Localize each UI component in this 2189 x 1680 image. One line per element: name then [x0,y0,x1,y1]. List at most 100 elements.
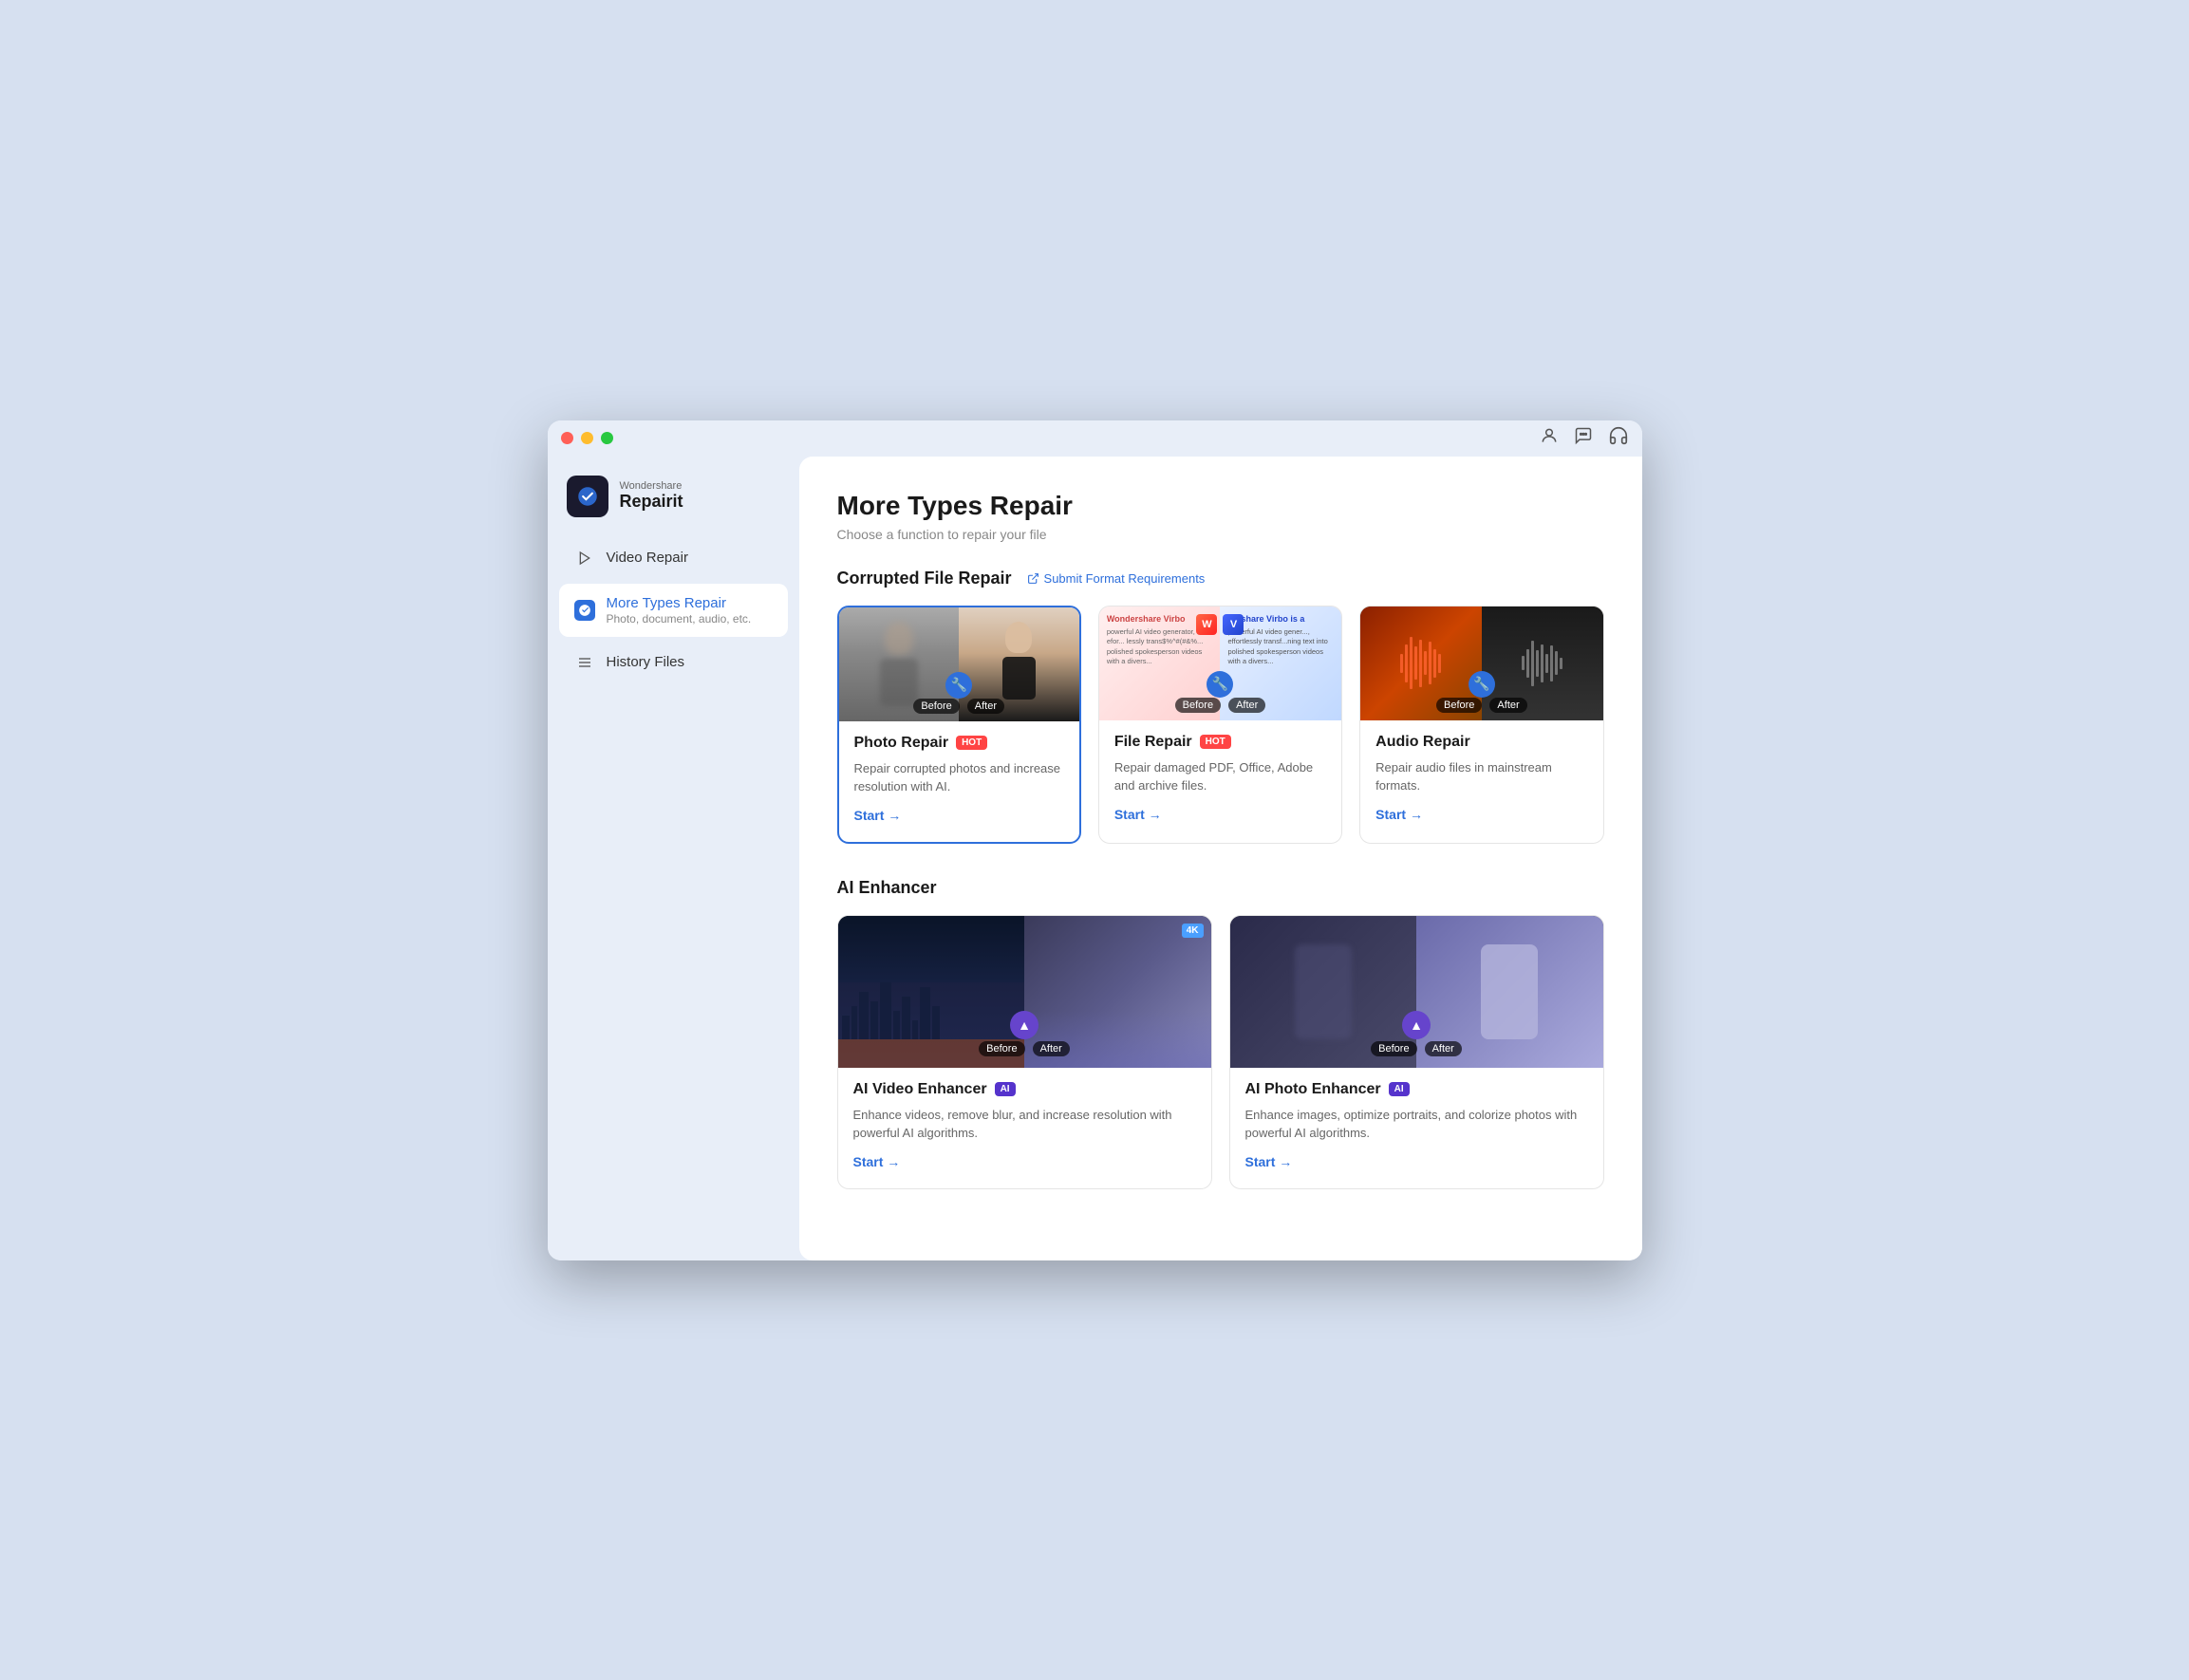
audio-repair-card[interactable]: 🔧 Before After Audio Repair Repair audio… [1359,606,1603,844]
page-title: More Types Repair [837,491,1604,521]
chat-icon[interactable] [1574,426,1593,450]
file-repair-card[interactable]: Wondershare Virbo powerful AI video gene… [1098,606,1342,844]
video-after-label: After [1033,1041,1070,1056]
photo-repair-start[interactable]: Start → [854,808,1064,823]
photo-after-label: After [967,699,1004,714]
audio-repair-body: Audio Repair Repair audio files in mains… [1360,720,1602,822]
history-label: History Files [607,654,685,670]
logo-icon [567,476,608,517]
app-logo: Wondershare Repairit [548,466,799,536]
history-icon [574,652,595,673]
ai-photo-start[interactable]: Start → [1245,1154,1588,1169]
audio-before-label: Before [1436,698,1482,713]
corrupted-cards-grid: 🔧 Before After Photo Repair HOT Rep [837,606,1604,844]
file-ba-labels: Before After [1099,698,1341,713]
audio-after-label: After [1489,698,1526,713]
video-before-label: Before [979,1041,1024,1056]
ai-video-desc: Enhance videos, remove blur, and increas… [853,1106,1196,1143]
audio-repair-start[interactable]: Start → [1375,807,1587,822]
submit-format-label: Submit Format Requirements [1044,571,1206,586]
ai-section-header: AI Enhancer [837,878,1604,898]
sidebar-item-history[interactable]: History Files [559,641,788,684]
more-types-icon [574,600,595,621]
audio-repair-desc: Repair audio files in mainstream formats… [1375,758,1587,795]
window-controls [561,432,613,444]
photo-ba-labels: Before After [839,699,1079,714]
ai-enhancer-section: AI Enhancer [837,878,1604,1189]
pe-ba-labels: Before After [1230,1041,1603,1056]
photo-enhancer-badge-icon: ▲ [1402,1011,1431,1039]
ai-video-image: 4K ▲ Before After [838,916,1211,1068]
ai-video-body: AI Video Enhancer AI Enhance videos, rem… [838,1068,1211,1169]
headset-icon[interactable] [1608,425,1629,451]
account-icon[interactable] [1540,426,1559,450]
audio-repair-image: 🔧 Before After [1360,607,1602,720]
corrupted-section-title: Corrupted File Repair [837,569,1012,588]
file-repair-body: File Repair HOT Repair damaged PDF, Offi… [1099,720,1341,822]
video-repair-label: Video Repair [607,550,688,566]
city-skyline [838,982,1025,1039]
submit-format-link[interactable]: Submit Format Requirements [1027,571,1206,586]
ai-photo-title-row: AI Photo Enhancer AI [1245,1081,1588,1098]
pe-before-label: Before [1371,1041,1416,1056]
external-link-icon [1027,572,1039,585]
brand-name: Wondershare [620,480,683,492]
ai-video-badge: AI [995,1082,1016,1096]
titlebar [548,420,1642,457]
file-logos: W V [1196,614,1244,635]
file-repair-hot-badge: HOT [1200,735,1231,749]
app-window: Wondershare Repairit Video Repair [548,420,1642,1260]
sidebar-nav: Video Repair More Types Repair Photo, do… [548,536,799,684]
ai-video-title: AI Video Enhancer [853,1081,987,1098]
photo-repair-body: Photo Repair HOT Repair corrupted photos… [839,721,1079,823]
audio-repair-badge-icon: 🔧 [1469,671,1495,698]
photo-repair-hot-badge: HOT [956,736,987,750]
sidebar-item-video-repair[interactable]: Video Repair [559,536,788,580]
file-after-label: After [1228,698,1265,713]
waveform-left [1400,635,1441,692]
minimize-button[interactable] [581,432,593,444]
ai-section-title: AI Enhancer [837,878,937,898]
video-ba-labels: Before After [838,1041,1211,1056]
audio-ba-labels: Before After [1360,698,1602,713]
ai-photo-badge: AI [1389,1082,1410,1096]
ai-video-start[interactable]: Start → [853,1154,1196,1169]
more-types-label: More Types Repair [607,595,752,611]
photo-repair-title-row: Photo Repair HOT [854,735,1064,752]
more-types-content: More Types Repair Photo, document, audio… [607,595,752,625]
sidebar: Wondershare Repairit Video Repair [548,457,799,1260]
ai-video-title-row: AI Video Enhancer AI [853,1081,1196,1098]
file-repair-title-row: File Repair HOT [1114,734,1326,751]
product-name: Repairit [620,492,683,512]
file-repair-image: Wondershare Virbo powerful AI video gene… [1099,607,1341,720]
close-button[interactable] [561,432,573,444]
ai-cards-grid: 4K ▲ Before After AI Video Enhancer [837,915,1604,1189]
4k-badge: 4K [1182,924,1204,938]
sidebar-item-more-types[interactable]: More Types Repair Photo, document, audio… [559,584,788,637]
ai-photo-image: ▲ Before After [1230,916,1603,1068]
photo-repair-title: Photo Repair [854,735,949,752]
corrupted-section: Corrupted File Repair Submit Format Requ… [837,569,1604,844]
corrupted-section-header: Corrupted File Repair Submit Format Requ… [837,569,1604,588]
ai-photo-body: AI Photo Enhancer AI Enhance images, opt… [1230,1068,1603,1169]
more-types-sublabel: Photo, document, audio, etc. [607,612,752,625]
photo-repair-card[interactable]: 🔧 Before After Photo Repair HOT Rep [837,606,1081,844]
ai-photo-desc: Enhance images, optimize portraits, and … [1245,1106,1588,1143]
app-body: Wondershare Repairit Video Repair [548,457,1642,1260]
photo-repair-desc: Repair corrupted photos and increase res… [854,759,1064,796]
page-header: More Types Repair Choose a function to r… [837,491,1604,542]
ai-photo-title: AI Photo Enhancer [1245,1081,1381,1098]
photo-repair-image: 🔧 Before After [839,607,1079,721]
photo-before-label: Before [913,699,959,714]
video-repair-icon [574,548,595,569]
file-repair-start[interactable]: Start → [1114,807,1326,822]
file-before-label: Before [1175,698,1221,713]
file-repair-title: File Repair [1114,734,1192,751]
ai-video-enhancer-card[interactable]: 4K ▲ Before After AI Video Enhancer [837,915,1212,1189]
pe-after-label: After [1425,1041,1462,1056]
video-enhancer-badge-icon: ▲ [1010,1011,1038,1039]
waveform-right [1522,635,1562,692]
page-subtitle: Choose a function to repair your file [837,527,1604,542]
maximize-button[interactable] [601,432,613,444]
ai-photo-enhancer-card[interactable]: ▲ Before After AI Photo Enhancer AI [1229,915,1604,1189]
